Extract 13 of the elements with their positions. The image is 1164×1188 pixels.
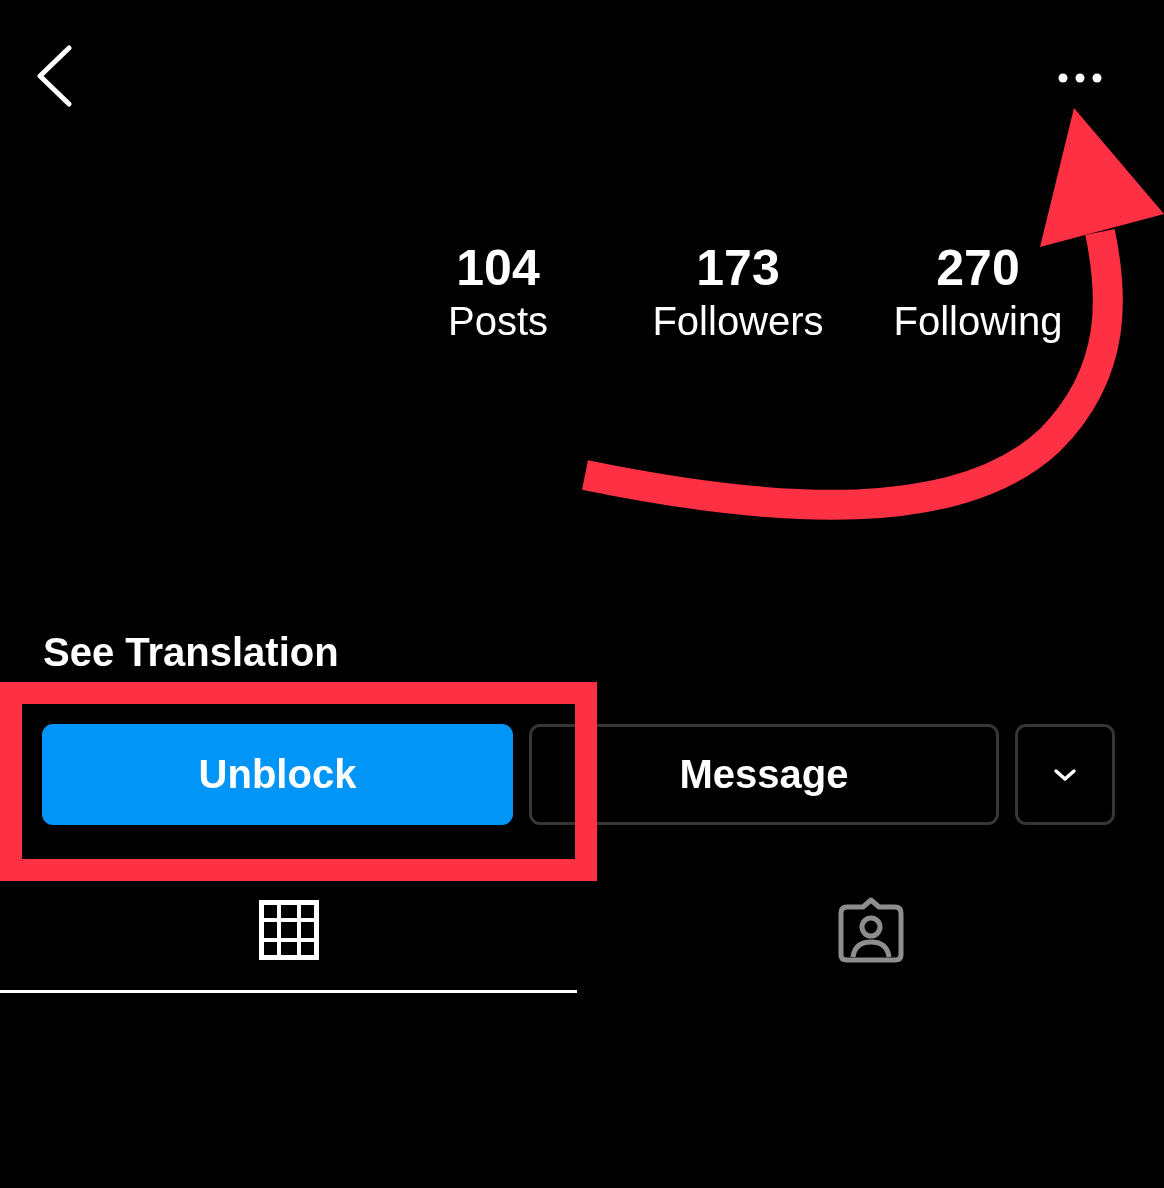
stat-count: 104 — [456, 240, 540, 296]
message-button[interactable]: Message — [529, 724, 999, 825]
stat-label: Followers — [652, 298, 824, 345]
grid-icon[interactable] — [258, 900, 319, 960]
stat-label: Posts — [447, 298, 548, 345]
stat-count: 270 — [936, 240, 1020, 296]
more-icon[interactable] — [1058, 73, 1102, 83]
stat-label: Following — [893, 298, 1063, 345]
back-icon[interactable] — [36, 45, 72, 107]
tagged-person-icon[interactable] — [836, 897, 905, 963]
see-translation-link[interactable]: See Translation — [43, 628, 339, 676]
stat-count: 173 — [696, 240, 780, 296]
chevron-down-icon — [1053, 767, 1077, 782]
